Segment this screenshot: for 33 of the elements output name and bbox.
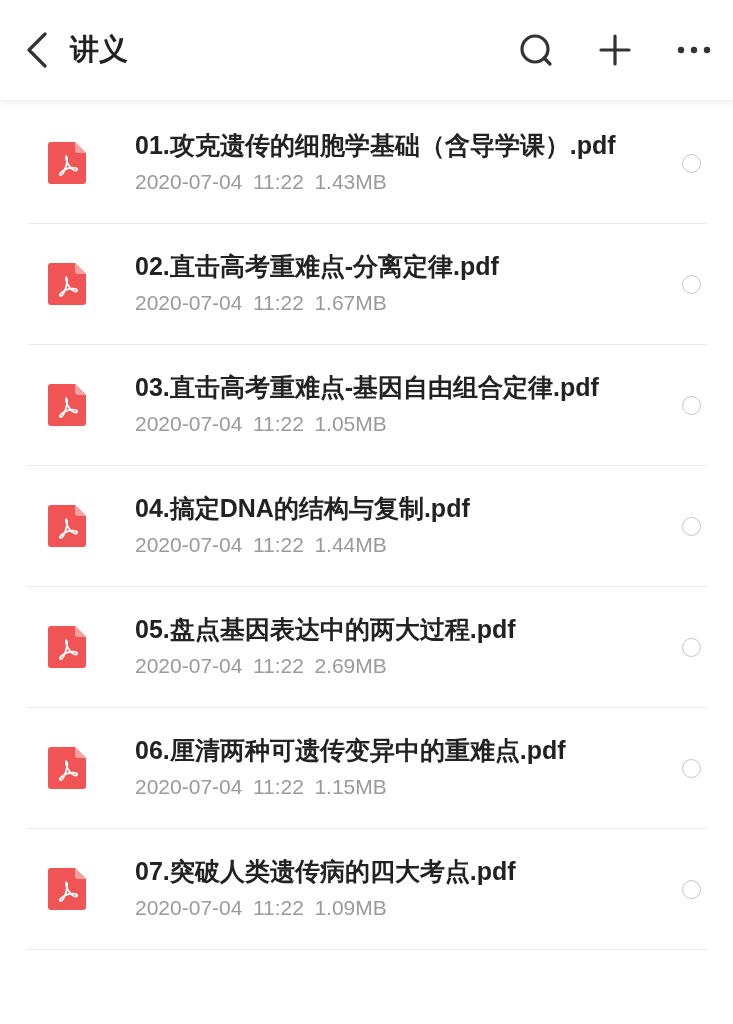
file-name: 02.直击高考重难点-分离定律.pdf: [135, 251, 500, 283]
file-info: 2020-07-04 11:22 1.67MB: [135, 290, 388, 317]
select-radio[interactable]: [682, 516, 701, 536]
file-info: 2020-07-04 11:22 1.05MB: [135, 411, 388, 438]
pdf-file-icon: [48, 868, 86, 910]
file-name: 07.突破人类遗传病的四大考点.pdf: [135, 856, 517, 888]
file-info: 2020-07-04 11:22 1.15MB: [135, 774, 388, 801]
select-radio[interactable]: [682, 274, 701, 294]
search-button[interactable]: [519, 33, 553, 67]
file-info: 2020-07-04 11:22 1.43MB: [135, 169, 388, 196]
select-radio[interactable]: [682, 879, 701, 899]
select-radio[interactable]: [682, 758, 701, 778]
more-button[interactable]: [677, 46, 711, 54]
back-button[interactable]: [26, 32, 48, 68]
file-name: 04.搞定DNA的结构与复制.pdf: [135, 493, 471, 525]
file-info: 2020-07-04 11:22 2.69MB: [135, 653, 388, 680]
file-info: 2020-07-04 11:22 1.09MB: [135, 895, 388, 922]
pdf-file-icon: [48, 747, 86, 789]
add-button[interactable]: [599, 34, 631, 66]
file-name: 05.盘点基因表达中的两大过程.pdf: [135, 614, 517, 646]
pdf-file-icon: [48, 384, 86, 426]
file-info: 2020-07-04 11:22 1.44MB: [135, 532, 388, 559]
select-radio[interactable]: [682, 637, 701, 657]
select-radio[interactable]: [682, 395, 701, 415]
pdf-file-icon: [48, 142, 86, 184]
file-name: 01.攻克遗传的细胞学基础（含导学课）.pdf: [135, 130, 617, 162]
pdf-file-icon: [48, 626, 86, 668]
pdf-file-icon: [48, 505, 86, 547]
pdf-file-icon: [48, 263, 86, 305]
select-radio[interactable]: [682, 153, 701, 173]
file-name: 06.厘清两种可遗传变异中的重难点.pdf: [135, 735, 567, 767]
page-title: 讲义: [70, 32, 128, 68]
file-name: 03.直击高考重难点-基因自由组合定律.pdf: [135, 372, 600, 404]
